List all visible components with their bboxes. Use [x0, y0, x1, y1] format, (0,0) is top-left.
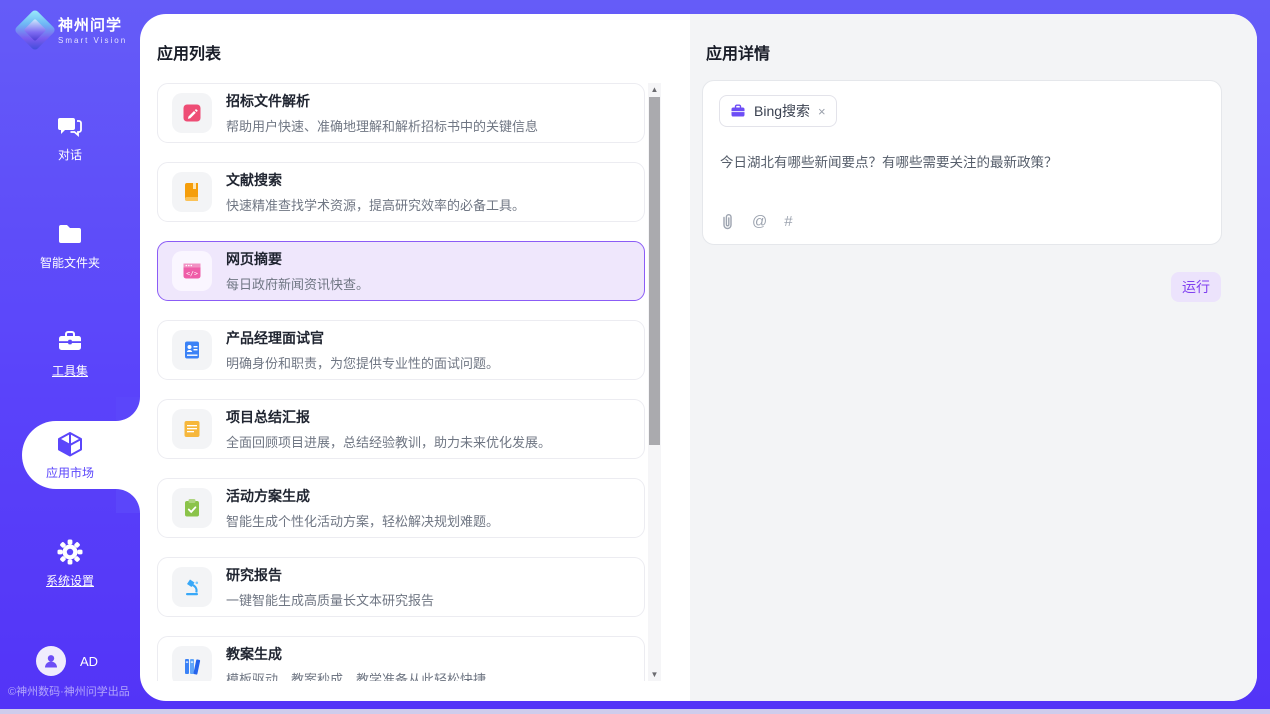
sidebar-item-label: 对话	[0, 146, 140, 163]
list-item-web-summary[interactable]: </> 网页摘要 每日政府新闻资讯快查。	[157, 241, 645, 301]
list-item-research-report[interactable]: 研究报告 一键智能生成高质量长文本研究报告	[157, 557, 645, 617]
app-title: 文献搜索	[226, 170, 525, 190]
sidebar: 神州问学 Smart Vision 对话 智能文件夹 工具	[0, 0, 140, 709]
research-icon	[172, 567, 212, 607]
list-item-literature-search[interactable]: 文献搜索 快速精准查找学术资源，提高研究效率的必备工具。	[157, 162, 645, 222]
main-panel: 应用列表 应用详情 招标文件解析 帮助用户快速、准确地理解和解析招标书中的关键信…	[140, 14, 1257, 701]
app-desc: 模板驱动，教案秒成，教学准备从此轻松快捷	[226, 669, 486, 681]
sidebar-item-chat[interactable]: 对话	[0, 112, 140, 163]
run-button[interactable]: 运行	[1171, 272, 1221, 302]
tool-tag-bing-search[interactable]: Bing搜索 ×	[719, 95, 837, 127]
user-account[interactable]: AD	[36, 646, 98, 676]
list-item-lesson-plan[interactable]: 教案生成 模板驱动，教案秒成，教学准备从此轻松快捷	[157, 636, 645, 681]
sidebar-item-app-market[interactable]: 应用市场	[0, 430, 140, 481]
sidebar-item-label: 智能文件夹	[0, 254, 140, 271]
scrollbar-thumb[interactable]	[649, 97, 660, 445]
attachment-toolbar: @ #	[720, 213, 793, 230]
sidebar-item-label: 应用市场	[0, 464, 140, 481]
browser-code-icon: </>	[172, 251, 212, 291]
app-desc: 全面回顾项目进展，总结经验教训，助力未来优化发展。	[226, 432, 551, 451]
list-scrollbar[interactable]: ▲ ▼	[648, 83, 661, 681]
app-title: 教案生成	[226, 644, 486, 664]
person-icon	[42, 652, 60, 670]
app-desc: 帮助用户快速、准确地理解和解析招标书中的关键信息	[226, 116, 538, 135]
bubble-fillet-top	[116, 397, 140, 421]
app-detail-title: 应用详情	[706, 40, 770, 64]
app-desc: 每日政府新闻资讯快查。	[226, 274, 369, 293]
bubble-fillet-bottom	[116, 489, 140, 513]
app-title: 招标文件解析	[226, 91, 538, 111]
app-window: 神州问学 Smart Vision 对话 智能文件夹 工具	[0, 0, 1270, 709]
pen-edit-icon	[172, 93, 212, 133]
books-icon	[172, 646, 212, 681]
mention-icon[interactable]: @	[752, 213, 767, 230]
hashtag-icon[interactable]: #	[784, 213, 792, 230]
chat-icon	[56, 112, 84, 140]
briefcase-icon	[56, 328, 84, 356]
briefcase-icon	[730, 103, 746, 119]
app-title: 项目总结汇报	[226, 407, 551, 427]
svg-text:</>: </>	[186, 270, 198, 278]
sidebar-item-settings[interactable]: 系统设置	[0, 538, 140, 589]
list-item-pm-interviewer[interactable]: 产品经理面试官 明确身份和职责，为您提供专业性的面试问题。	[157, 320, 645, 380]
list-item-event-plan[interactable]: 活动方案生成 智能生成个性化活动方案，轻松解决规划难题。	[157, 478, 645, 538]
scrollbar-up-arrow[interactable]: ▲	[648, 83, 661, 96]
app-list: 招标文件解析 帮助用户快速、准确地理解和解析招标书中的关键信息 文献搜索 快速精…	[157, 83, 645, 681]
app-title: 网页摘要	[226, 249, 369, 269]
app-detail-card: Bing搜索 × 今日湖北有哪些新闻要点？有哪些需要关注的最新政策？ @ #	[702, 80, 1222, 245]
gear-icon	[56, 538, 84, 566]
app-desc: 快速精准查找学术资源，提高研究效率的必备工具。	[226, 195, 525, 214]
user-name: AD	[80, 654, 98, 669]
resume-icon	[172, 330, 212, 370]
sidebar-item-toolset[interactable]: 工具集	[0, 328, 140, 379]
sidebar-item-smart-folders[interactable]: 智能文件夹	[0, 220, 140, 271]
list-item-bid-parse[interactable]: 招标文件解析 帮助用户快速、准确地理解和解析招标书中的关键信息	[157, 83, 645, 143]
brand-tagline: Smart Vision	[58, 36, 127, 45]
brand-logo: 神州问学 Smart Vision	[20, 14, 127, 45]
tag-close-icon[interactable]: ×	[818, 105, 826, 118]
clipboard-check-icon	[172, 488, 212, 528]
app-title: 研究报告	[226, 565, 434, 585]
app-list-title: 应用列表	[157, 40, 221, 64]
brand-diamond-icon	[14, 8, 56, 50]
copyright-text: ©神州数码·神州问学出品	[8, 683, 140, 699]
query-input[interactable]: 今日湖北有哪些新闻要点？有哪些需要关注的最新政策？	[720, 151, 1200, 171]
scrollbar-down-arrow[interactable]: ▼	[648, 668, 661, 681]
app-title: 产品经理面试官	[226, 328, 499, 348]
cube-icon	[56, 430, 84, 458]
app-title: 活动方案生成	[226, 486, 499, 506]
folder-icon	[56, 220, 84, 248]
app-desc: 一键智能生成高质量长文本研究报告	[226, 590, 434, 609]
app-desc: 智能生成个性化活动方案，轻松解决规划难题。	[226, 511, 499, 530]
list-item-project-summary[interactable]: 项目总结汇报 全面回顾项目进展，总结经验教训，助力未来优化发展。	[157, 399, 645, 459]
avatar	[36, 646, 66, 676]
sidebar-item-label: 工具集	[0, 362, 140, 379]
tool-tag-label: Bing搜索	[754, 101, 810, 121]
paperclip-icon[interactable]	[720, 213, 735, 230]
app-desc: 明确身份和职责，为您提供专业性的面试问题。	[226, 353, 499, 372]
notepad-icon	[172, 409, 212, 449]
brand-name: 神州问学	[58, 14, 127, 35]
book-icon	[172, 172, 212, 212]
sidebar-item-label: 系统设置	[0, 572, 140, 589]
bottom-edge-strip	[0, 709, 1270, 714]
